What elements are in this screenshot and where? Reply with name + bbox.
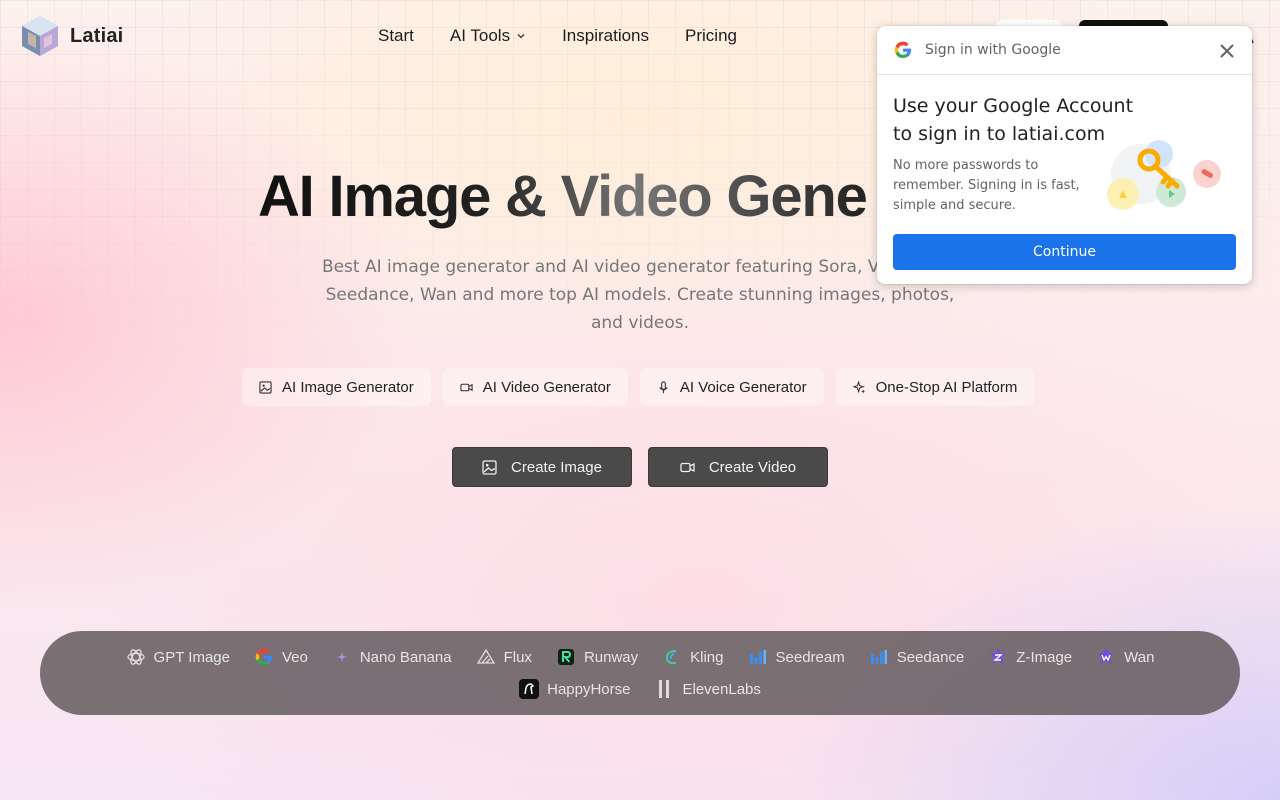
openai-icon — [126, 647, 146, 667]
model-wan[interactable]: Wan — [1096, 645, 1154, 669]
model-label: Nano Banana — [359, 648, 452, 666]
pill-ai-video-generator[interactable]: AI Video Generator — [442, 368, 628, 406]
model-label: Seedream — [775, 648, 845, 666]
pill-label: One-Stop AI Platform — [875, 378, 1018, 396]
brand-name: Latiai — [70, 24, 124, 47]
model-label: Runway — [583, 648, 639, 666]
create-image-label: Create Image — [511, 458, 602, 476]
google-icon — [254, 647, 274, 667]
nav-ai-tools-label: AI Tools — [449, 26, 511, 45]
model-label: Veo — [281, 648, 308, 666]
model-flux[interactable]: Flux — [476, 645, 532, 669]
model-label: Seedance — [896, 648, 965, 666]
google-popup-description: No more passwords to remember. Signing i… — [893, 158, 1080, 213]
horse-icon — [519, 679, 540, 699]
nav-start-label: Start — [378, 26, 414, 45]
pill-ai-image-generator[interactable]: AI Image Generator — [242, 368, 431, 406]
star-icon — [988, 647, 1008, 667]
model-runway[interactable]: Runway — [556, 645, 638, 669]
feature-pills: AI Image Generator AI Video Generator AI… — [242, 368, 1035, 406]
flux-icon — [476, 647, 496, 667]
models-row-1: GPT Image Veo Nano Banana Flux Runway Kl… — [126, 645, 1154, 669]
model-gpt-image[interactable]: GPT Image — [126, 645, 230, 669]
video-icon — [680, 462, 695, 472]
pill-ai-voice-generator[interactable]: AI Voice Generator — [639, 368, 824, 406]
model-label: Flux — [503, 648, 532, 666]
model-nano-banana[interactable]: Nano Banana — [332, 645, 452, 669]
model-veo[interactable]: Veo — [254, 645, 308, 669]
create-image-button[interactable]: Create Image — [452, 447, 632, 487]
create-video-button[interactable]: Create Video — [648, 447, 828, 487]
cube-logo-icon — [22, 16, 58, 56]
mic-icon — [659, 380, 668, 393]
kling-icon — [662, 647, 682, 667]
model-label: GPT Image — [153, 648, 230, 666]
pill-label: AI Video Generator — [482, 378, 611, 396]
nav-ai-tools[interactable]: AI Tools — [450, 26, 526, 46]
pill-label: AI Image Generator — [282, 378, 414, 396]
google-signin-popup: Sign in with Google Use your Google Acco… — [877, 26, 1252, 284]
chevron-down-icon — [517, 34, 525, 39]
image-icon — [259, 380, 272, 394]
pill-one-stop-ai-platform[interactable]: One-Stop AI Platform — [835, 368, 1035, 406]
google-continue-button[interactable]: Continue — [893, 234, 1236, 270]
hero-title: AI Image & Video Gene — [258, 164, 868, 229]
model-label: Z-Image — [1016, 648, 1073, 666]
elevenlabs-icon — [654, 679, 674, 699]
model-happyhorse[interactable]: HappyHorse — [519, 677, 630, 701]
close-icon[interactable] — [1216, 40, 1238, 62]
sparkle-icon — [332, 647, 352, 667]
model-z-image[interactable]: Z-Image — [988, 645, 1072, 669]
bars-icon — [748, 647, 768, 667]
bars-icon — [869, 647, 889, 667]
model-seedance[interactable]: Seedance — [869, 645, 965, 669]
key-illustration-icon — [1107, 140, 1221, 210]
model-label: ElevenLabs — [682, 680, 761, 698]
star-icon — [1096, 647, 1116, 667]
create-video-label: Create Video — [708, 458, 797, 476]
nav-start[interactable]: Start — [378, 26, 414, 46]
nav-pricing-label: Pricing — [685, 26, 737, 45]
model-elevenlabs[interactable]: ElevenLabs — [654, 677, 761, 701]
brand-logo[interactable]: Latiai — [20, 14, 123, 58]
image-icon — [482, 459, 497, 475]
model-label: Kling — [690, 648, 724, 666]
nav-pricing[interactable]: Pricing — [685, 26, 737, 46]
main-nav: Start AI Tools Inspirations Pricing — [378, 26, 737, 46]
models-strip: GPT Image Veo Nano Banana Flux Runway Kl… — [40, 631, 1240, 715]
nav-inspirations-label: Inspirations — [562, 26, 650, 45]
models-row-2: HappyHorse ElevenLabs — [519, 677, 761, 701]
model-label: HappyHorse — [547, 680, 631, 698]
model-kling[interactable]: Kling — [662, 645, 724, 669]
nav-inspirations[interactable]: Inspirations — [562, 26, 649, 46]
google-popup-header: Sign in with Google — [877, 26, 1252, 75]
model-seedream[interactable]: Seedream — [748, 645, 845, 669]
google-icon — [894, 41, 911, 59]
runway-icon — [556, 647, 576, 667]
sparkle-icon — [852, 380, 865, 393]
hero-subtitle: Best AI image generator and AI video gen… — [321, 257, 959, 333]
google-popup-header-text: Sign in with Google — [925, 42, 1061, 58]
video-icon — [460, 383, 473, 391]
pill-label: AI Voice Generator — [679, 378, 807, 396]
model-label: Wan — [1124, 648, 1155, 666]
